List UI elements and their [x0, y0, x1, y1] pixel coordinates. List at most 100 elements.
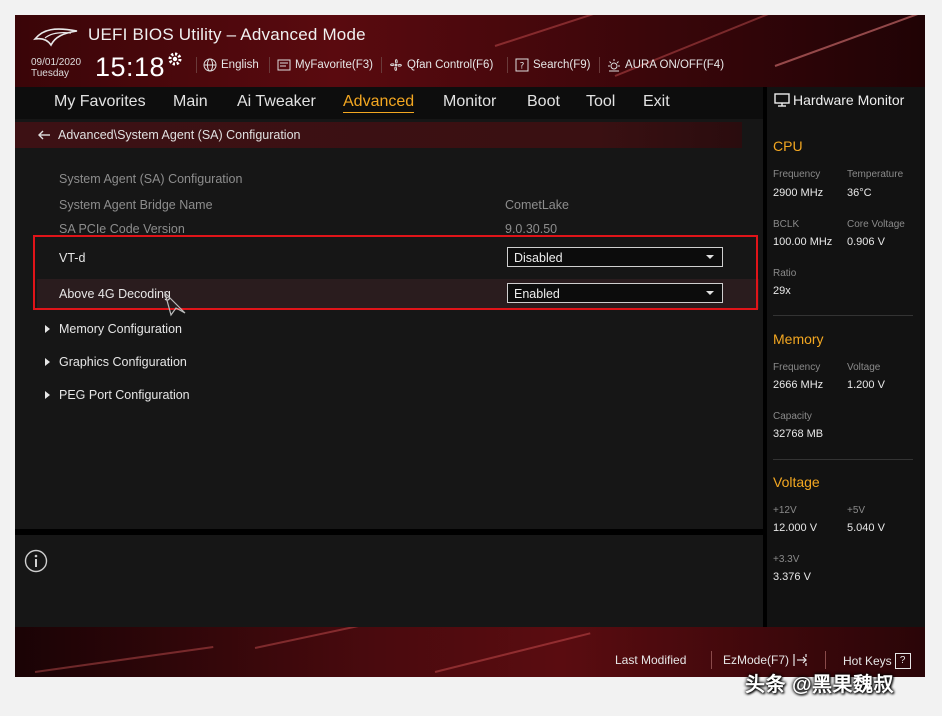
- tab-ai-tweaker[interactable]: Ai Tweaker: [237, 93, 316, 111]
- section-divider: [773, 315, 913, 316]
- svg-text:?: ?: [520, 62, 525, 72]
- toolbar-divider: [381, 57, 382, 73]
- clock-display: 15:18: [95, 52, 166, 82]
- chevron-right-icon: [45, 325, 50, 333]
- toolbar-divider: [599, 57, 600, 73]
- watermark-text: 头条 @黑果魏叔: [745, 674, 895, 696]
- search-icon: ?: [515, 58, 529, 72]
- toolbar-divider: [507, 57, 508, 73]
- weekday-value: Tuesday: [31, 68, 69, 79]
- breadcrumb-path: Advanced\System Agent (SA) Configuration: [58, 128, 301, 142]
- pcie-code-version-label: SA PCIe Code Version: [59, 222, 185, 236]
- footer-streak: [434, 632, 591, 673]
- tab-main[interactable]: Main: [173, 93, 208, 111]
- v12-label: +12V: [773, 505, 797, 516]
- ezmode-label: EzMode(F7): [723, 653, 790, 667]
- ezmode-button[interactable]: EzMode(F7): [723, 653, 808, 667]
- memory-voltage-value: 1.200 V: [847, 379, 885, 391]
- memory-capacity-value: 32768 MB: [773, 428, 824, 440]
- last-modified-button[interactable]: Last Modified: [615, 653, 686, 667]
- monitor-icon: [774, 93, 790, 107]
- submenu-label: Graphics Configuration: [59, 355, 187, 369]
- qfan-label: Qfan Control(F6): [407, 59, 494, 71]
- cpu-frequency-label: Frequency: [773, 169, 821, 180]
- search-button[interactable]: ? Search(F9): [515, 58, 591, 72]
- tab-monitor[interactable]: Monitor: [443, 93, 496, 111]
- submenu-label: PEG Port Configuration: [59, 388, 190, 402]
- tab-my-favorites[interactable]: My Favorites: [54, 93, 146, 111]
- fan-icon: [390, 59, 402, 71]
- last-modified-label: Last Modified: [615, 653, 687, 667]
- hot-keys-label: Hot Keys: [843, 654, 892, 668]
- header-streak: [494, 15, 743, 47]
- core-voltage-value: 0.906 V: [847, 236, 885, 248]
- v33-value: 3.376 V: [773, 571, 811, 583]
- hardware-monitor-label: Hardware Monitor: [793, 92, 905, 108]
- footer-streak: [34, 645, 214, 673]
- bclk-label: BCLK: [773, 219, 800, 230]
- bclk-value: 100.00 MHz: [773, 236, 833, 248]
- submenu-memory-configuration[interactable]: Memory Configuration: [45, 322, 182, 336]
- memory-heading: Memory: [773, 331, 824, 347]
- bridge-name-value: CometLake: [505, 198, 569, 212]
- v5-value: 5.040 V: [847, 522, 885, 534]
- cpu-heading: CPU: [773, 138, 803, 154]
- info-icon: [24, 549, 48, 573]
- help-key-icon: ?: [894, 653, 911, 669]
- hardware-monitor-panel: Hardware Monitor CPU Frequency 2900 MHz …: [767, 87, 925, 627]
- footer-streak: [254, 627, 471, 649]
- v33-label: +3.3V: [773, 554, 800, 565]
- cpu-temperature-label: Temperature: [847, 169, 904, 180]
- memory-capacity-label: Capacity: [773, 411, 812, 422]
- ratio-label: Ratio: [773, 268, 797, 279]
- myfavorite-label: MyFavorite(F3): [295, 59, 373, 71]
- bios-window: UEFI BIOS Utility – Advanced Mode 09/01/…: [15, 15, 925, 677]
- section-heading: System Agent (SA) Configuration: [59, 172, 243, 186]
- aura-button[interactable]: AURA ON/OFF(F4): [607, 58, 724, 72]
- myfavorite-button[interactable]: MyFavorite(F3): [277, 58, 373, 72]
- back-arrow-icon[interactable]: [37, 128, 51, 142]
- tab-advanced[interactable]: Advanced: [343, 93, 415, 113]
- toolbar-divider: [196, 57, 197, 73]
- aura-label: AURA ON/OFF(F4): [625, 59, 725, 71]
- language-button[interactable]: English: [203, 58, 259, 72]
- voltage-heading: Voltage: [773, 474, 820, 490]
- ratio-value: 29x: [773, 285, 791, 297]
- aura-icon: [608, 59, 620, 72]
- memory-frequency-value: 2666 MHz: [773, 379, 824, 391]
- tab-boot[interactable]: Boot: [527, 93, 560, 111]
- exit-arrow-icon: [793, 654, 807, 666]
- date-display: 09/01/2020 Tuesday: [31, 57, 81, 79]
- core-voltage-label: Core Voltage: [847, 219, 905, 230]
- chevron-right-icon: [45, 391, 50, 399]
- submenu-graphics-configuration[interactable]: Graphics Configuration: [45, 355, 187, 369]
- footer-divider: [711, 651, 712, 669]
- footer-divider: [825, 651, 826, 669]
- gear-icon[interactable]: [167, 51, 183, 67]
- cpu-frequency-value: 2900 MHz: [773, 187, 824, 199]
- hot-keys-button[interactable]: Hot Keys ?: [843, 653, 911, 669]
- favorite-icon: [277, 59, 291, 71]
- memory-voltage-label: Voltage: [847, 362, 881, 373]
- mouse-cursor-icon: [163, 291, 186, 317]
- memory-frequency-label: Frequency: [773, 362, 821, 373]
- toolbar-divider: [269, 57, 270, 73]
- section-divider: [773, 459, 913, 460]
- chevron-right-icon: [45, 358, 50, 366]
- globe-icon: [203, 58, 217, 72]
- help-description-panel: [15, 535, 763, 627]
- submenu-label: Memory Configuration: [59, 322, 182, 336]
- breadcrumb[interactable]: Advanced\System Agent (SA) Configuration: [15, 122, 742, 148]
- v5-label: +5V: [847, 505, 866, 516]
- cpu-temperature-value: 36°C: [847, 187, 872, 199]
- main-tab-bar: My Favorites Main Ai Tweaker Advanced Mo…: [15, 87, 763, 119]
- header-streak: [774, 15, 925, 67]
- tab-tool[interactable]: Tool: [586, 93, 615, 111]
- window-title: UEFI BIOS Utility – Advanced Mode: [88, 25, 366, 44]
- submenu-peg-port-configuration[interactable]: PEG Port Configuration: [45, 388, 190, 402]
- date-value: 09/01/2020: [31, 57, 82, 68]
- rog-logo-icon: [33, 28, 78, 47]
- search-label: Search(F9): [533, 59, 591, 71]
- qfan-button[interactable]: Qfan Control(F6): [389, 58, 493, 72]
- tab-exit[interactable]: Exit: [643, 93, 670, 111]
